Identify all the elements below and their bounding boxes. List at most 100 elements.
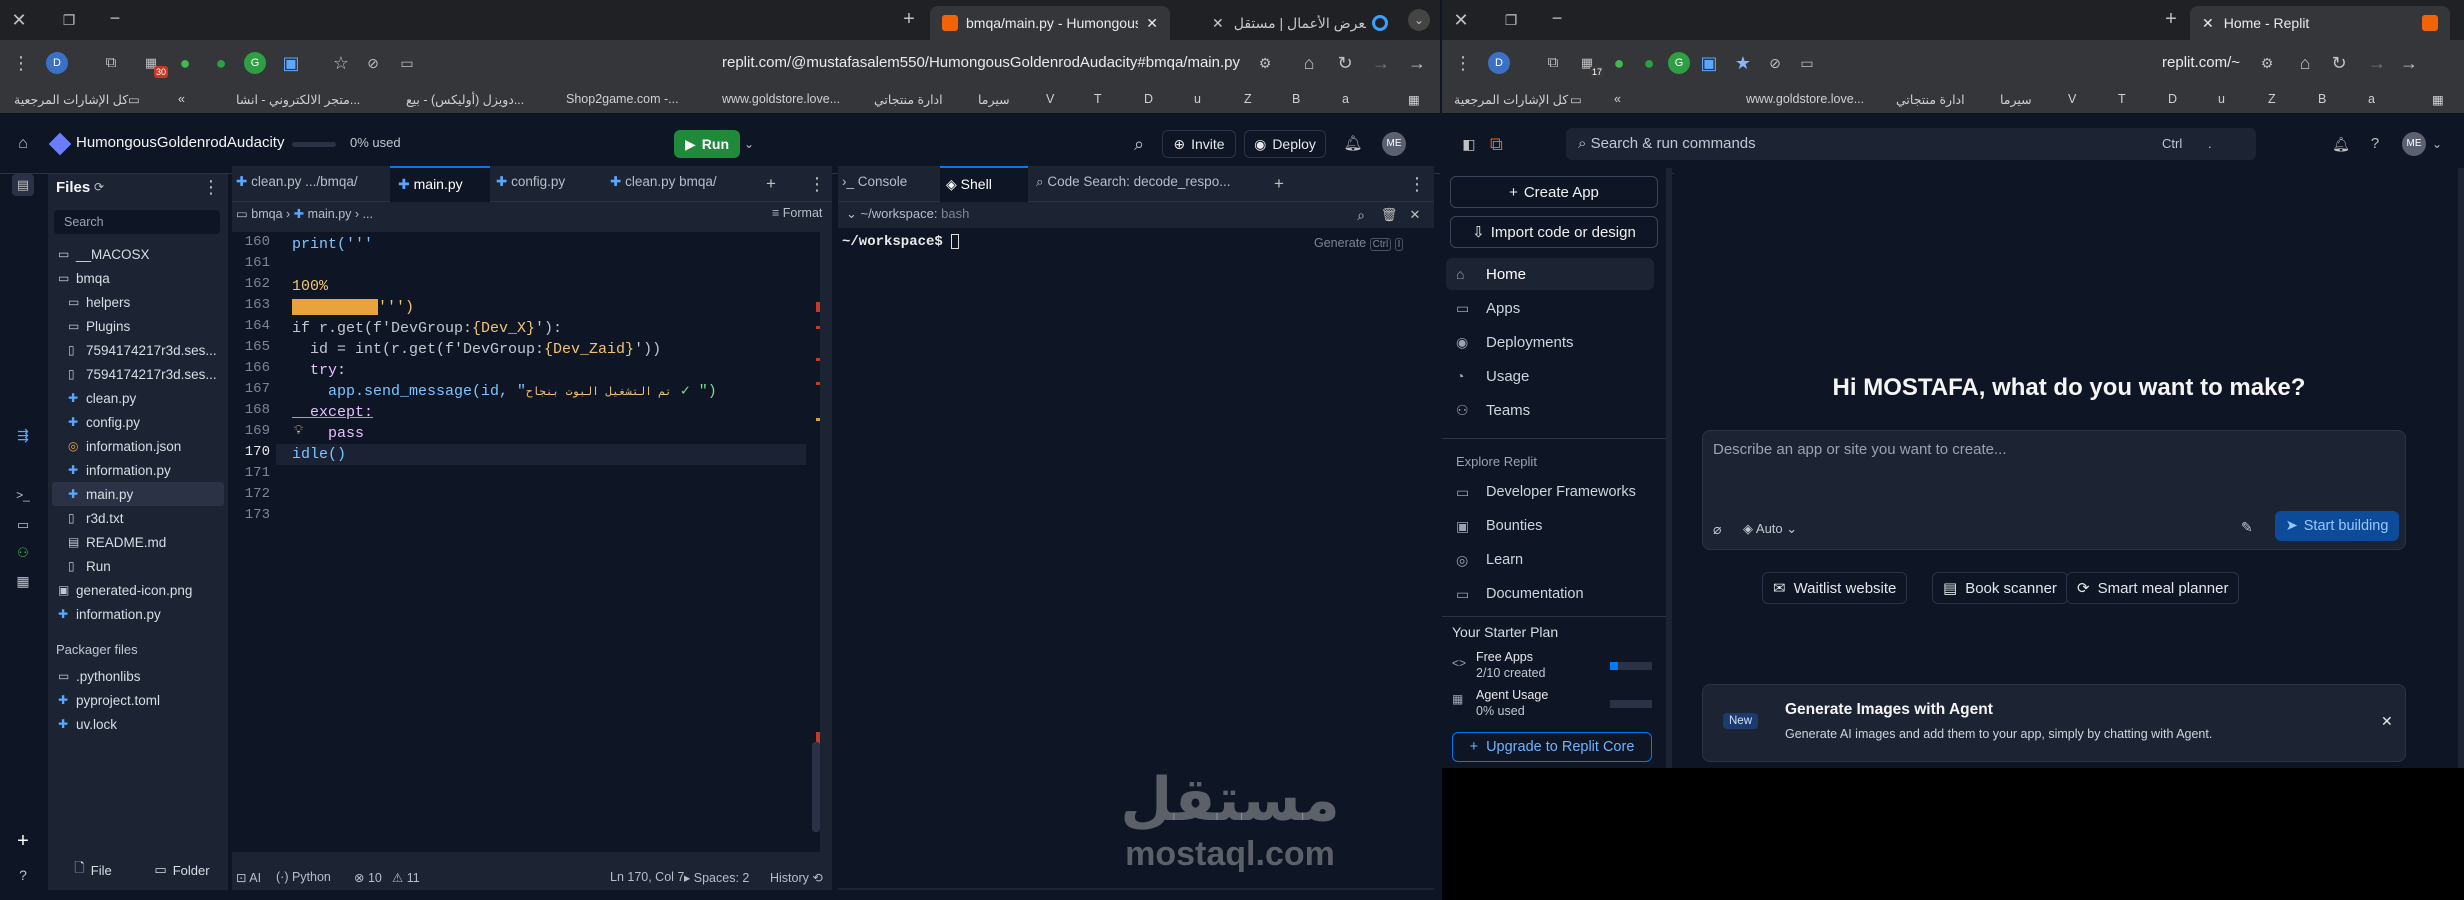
close-tab-icon[interactable]: ✕ (1146, 15, 1158, 32)
suggestion-meal-planner[interactable]: ⟳ Smart meal planner (2066, 572, 2240, 604)
close-window-icon[interactable]: ✕ (8, 9, 30, 31)
cast-icon[interactable]: ▭ (396, 52, 418, 74)
file-tree-item[interactable]: ▯ r3d.txt (52, 506, 224, 530)
menu-icon[interactable]: ⋮ (10, 52, 32, 74)
extension-badge-icon[interactable]: ▦ 17 (1576, 52, 1604, 78)
tools-grid-icon[interactable]: ▦ (12, 570, 34, 592)
bookmark-t[interactable]: T (2118, 92, 2126, 106)
tab-mostaql[interactable]: ✕ إضافة معرض الأعمال | مستقل (1200, 6, 1400, 40)
site-settings-icon[interactable]: ⚙ (1254, 52, 1276, 74)
close-window-icon[interactable]: ✕ (1450, 9, 1472, 31)
extensions-icon[interactable]: ⧉ (100, 52, 122, 74)
suggestion-waitlist[interactable]: ✉ Waitlist website (1762, 572, 1908, 604)
repl-name[interactable]: HumongousGoldenrodAudacity (76, 134, 284, 151)
sidebar-item-teams[interactable]: ⚇ Teams (1446, 394, 1654, 426)
restore-window-icon[interactable]: ❐ (58, 9, 80, 31)
bookmark-v[interactable]: V (1046, 92, 1054, 106)
ai-status[interactable]: ⊡ AI (236, 870, 261, 885)
new-tab-button[interactable]: + (898, 8, 920, 30)
address-bar[interactable]: replit.com/~ (1842, 48, 2250, 78)
bookmark-sirma[interactable]: سيرما (978, 92, 1010, 107)
extension-dot-icon[interactable]: ● (210, 52, 232, 74)
bell-icon[interactable]: 🔔︎ (2330, 133, 2352, 155)
indent-status[interactable]: ▸ Spaces: 2 (684, 870, 749, 885)
reload-icon[interactable]: ↻ (1334, 52, 1356, 74)
bookmark-a[interactable]: a (1342, 92, 1349, 106)
extension-g-icon[interactable]: G (1668, 52, 1690, 74)
close-banner-icon[interactable]: ✕ (2381, 713, 2393, 730)
scrollbar[interactable] (812, 742, 820, 832)
bookmark-a[interactable]: a (2368, 92, 2375, 106)
cast-icon[interactable]: ▭ (1796, 52, 1818, 74)
avatar[interactable]: ME (1382, 132, 1406, 156)
bookmark-d[interactable]: D (2168, 92, 2177, 106)
files-icon[interactable]: ▤ (12, 174, 34, 196)
suggestion-book-scanner[interactable]: ▤ Book scanner (1932, 572, 2068, 604)
file-tree-item[interactable]: ✚ information.py (52, 458, 224, 482)
breadcrumb-folder[interactable]: bmqa (251, 207, 282, 221)
search-input[interactable]: Search (54, 210, 220, 234)
bookmark-d[interactable]: D (1144, 92, 1153, 106)
new-file-button[interactable]: 🗋︎ File (56, 858, 130, 882)
history-button[interactable]: History ⟲ (770, 870, 823, 885)
code-area[interactable]: 160 161 162 163 164 165 166 167 168 169 170 171 172 1… (232, 232, 820, 852)
home-icon[interactable]: ⌂ (1298, 52, 1320, 74)
bell-icon[interactable]: 🔔︎ (1342, 133, 1364, 155)
tab-replit-main[interactable]: bmqa/main.py - HumongousG ✕ (930, 6, 1170, 40)
bookmark-goldstore[interactable]: www.goldstore.love... (1746, 92, 1864, 106)
file-tree-item[interactable]: ▭ Plugins (52, 314, 224, 338)
bookmark-b[interactable]: B (1292, 92, 1300, 106)
eye-off-icon[interactable]: ⊘ (362, 52, 384, 74)
chevrons-icon[interactable]: « (1614, 92, 1621, 106)
panel-menu-icon[interactable]: ⋮ (806, 173, 828, 195)
import-button[interactable]: ⇩ Import code or design (1450, 216, 1658, 248)
bookmark-products[interactable]: ادارة منتجاتي (874, 92, 943, 107)
sidebar-scrollbar[interactable] (1666, 168, 1672, 768)
file-tree-item[interactable]: ✚ main.py (52, 482, 224, 506)
deploy-button[interactable]: ◉ Deploy (1244, 130, 1326, 158)
apps-grid-icon[interactable]: ▦ (2432, 92, 2444, 107)
file-tree-item[interactable]: ▭ __MACOSX (52, 242, 224, 266)
search-icon[interactable]: ⌕ (1128, 133, 1150, 155)
translate-icon[interactable]: ▣ (280, 52, 302, 74)
bookmark-products[interactable]: ادارة منتجاتي (1896, 92, 1965, 107)
extensions-icon[interactable]: ⧉ (1542, 52, 1564, 74)
shell-icon[interactable]: >_ (12, 484, 34, 506)
file-tree-item[interactable]: ✚ information.py (52, 602, 224, 626)
minimize-window-icon[interactable]: − (1546, 7, 1568, 29)
command-search[interactable]: ⌕ Search & run commands Ctrl . (1566, 128, 2256, 160)
generate-hint[interactable]: Generate Ctrl I (1314, 236, 1404, 251)
close-icon[interactable]: ✕ (1404, 204, 1426, 226)
profile-avatar-icon[interactable]: D (1488, 52, 1510, 74)
extension-dot-icon[interactable]: ● (1638, 52, 1660, 74)
restore-window-icon[interactable]: ❐ (1500, 9, 1522, 31)
forward-arrow-icon[interactable]: → (1370, 52, 1392, 74)
sidebar-item-learn[interactable]: ◎ Learn (1446, 544, 1654, 576)
file-tree-item[interactable]: ✚ clean.py (52, 386, 224, 410)
files-menu-icon[interactable]: ⋮ (200, 176, 222, 198)
tab-close-icon[interactable]: ✕ (1212, 15, 1224, 32)
bookmark-v[interactable]: V (2068, 92, 2076, 106)
prompt-box[interactable]: Describe an app or site you want to crea… (1702, 430, 2406, 550)
extension-green-icon[interactable]: ● (1608, 52, 1630, 74)
chevrons-icon[interactable]: « (178, 92, 185, 106)
tab-code-search[interactable]: ⌕ Code Search: decode_respo... (1036, 174, 1236, 190)
file-tree-item[interactable]: ▭ helpers (52, 290, 224, 314)
sidebar-item-usage[interactable]: ◔ Usage (1446, 360, 1654, 392)
breadcrumb-file[interactable]: main.py (308, 207, 352, 221)
reload-icon[interactable]: ↻ (2328, 52, 2350, 74)
sidebar-item-deployments[interactable]: ◉ Deployments (1446, 326, 1654, 358)
back-arrow-icon[interactable]: → (1406, 52, 1428, 74)
back-arrow-icon[interactable]: → (2398, 52, 2420, 74)
file-tree-item[interactable]: ▯ 7594174217r3d.ses... (52, 338, 224, 362)
sidebar-item-home[interactable]: ⌂ Home (1446, 258, 1654, 290)
file-tree-item[interactable]: ▭ .pythonlibs (52, 664, 224, 688)
bookmark-olx[interactable]: دويزل (أوليكس) - بيع... (406, 92, 524, 107)
replit-logo-icon[interactable]: ⧉ (1490, 134, 1508, 154)
create-app-button[interactable]: + Create App (1450, 176, 1658, 208)
address-bar[interactable]: replit.com/@mustafasalem550/HumongousGol… (430, 48, 1250, 78)
chevron-down-icon[interactable]: ⌄ (2426, 133, 2448, 155)
add-tool-icon[interactable]: + (12, 830, 34, 852)
panel-menu-icon[interactable]: ⋮ (1406, 173, 1428, 195)
new-folder-button[interactable]: ▭ Folder (142, 858, 222, 882)
